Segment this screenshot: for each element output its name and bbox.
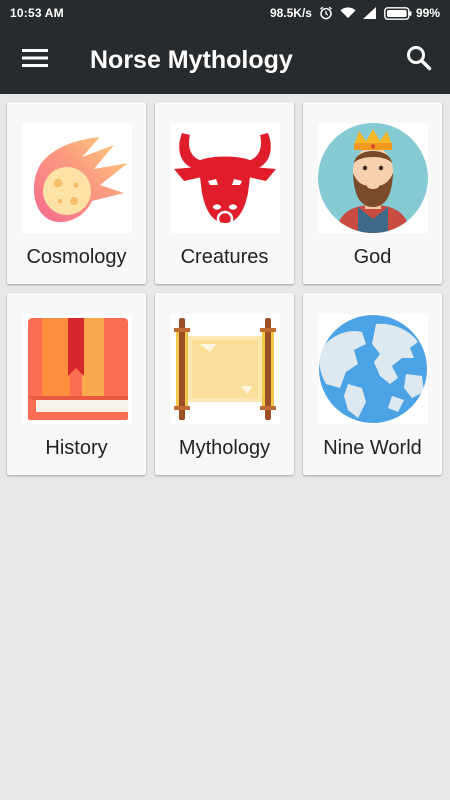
globe-icon (318, 314, 428, 424)
category-tile-nine-world[interactable]: Nine World (303, 293, 442, 475)
network-speed: 98.5K/s (269, 6, 312, 20)
category-tile-god[interactable]: God (303, 102, 442, 284)
app-title: Norse Mythology (90, 45, 293, 74)
category-label: Nine World (323, 437, 422, 459)
category-label: History (45, 437, 108, 459)
category-tile-cosmology[interactable]: Cosmology (7, 102, 146, 284)
scroll-icon (170, 314, 280, 424)
battery-percent: 99% (415, 6, 440, 20)
search-icon (406, 45, 432, 76)
wifi-icon (340, 7, 356, 19)
category-label: Creatures (180, 246, 269, 268)
battery-icon (384, 6, 412, 20)
hamburger-menu-icon (22, 48, 48, 73)
status-time: 10:53 AM (10, 6, 64, 20)
menu-button[interactable] (0, 26, 70, 94)
signal-icon (362, 7, 377, 19)
category-grid: Cosmology Creatures God History Mytholog… (7, 102, 442, 475)
category-tile-history[interactable]: History (7, 293, 146, 475)
category-tile-mythology[interactable]: Mythology (155, 293, 294, 475)
category-tile-creatures[interactable]: Creatures (155, 102, 294, 284)
category-label: God (353, 246, 392, 268)
app-bar: Norse Mythology (0, 26, 450, 94)
bull-head-icon (170, 123, 280, 233)
battery-indicator: 99% (384, 6, 440, 20)
alarm-icon (319, 6, 333, 20)
category-label: Mythology (178, 437, 271, 459)
crowned-king-icon (318, 123, 428, 233)
book-icon (22, 314, 132, 424)
status-bar: 10:53 AM 98.5K/s 99% (0, 0, 450, 26)
status-indicators: 98.5K/s 99% (270, 6, 440, 20)
search-button[interactable] (388, 26, 450, 94)
comet-icon (22, 123, 132, 233)
category-label: Cosmology (26, 246, 127, 268)
